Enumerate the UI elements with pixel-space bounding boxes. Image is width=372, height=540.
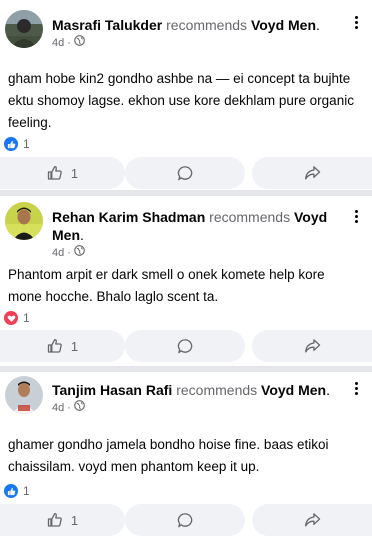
review-header: Rehan Karim Shadman recommends Voyd Men.… (0, 196, 372, 260)
more-options-icon[interactable] (348, 12, 364, 32)
review-card: Masrafi Talukder recommends Voyd Men. 4d… (0, 0, 372, 190)
recommends-label: recommends (209, 209, 291, 225)
like-count: 1 (70, 338, 79, 354)
page-suffix: . (316, 17, 320, 33)
reaction-count: 1 (23, 311, 30, 325)
globe-icon (74, 400, 85, 415)
review-text: ghamer gondho jamela bondho hoise fine. … (8, 437, 329, 474)
more-options-icon[interactable] (348, 378, 364, 398)
separator-dot: · (67, 401, 71, 414)
reaction-summary[interactable]: 1 (4, 311, 30, 325)
like-button[interactable]: 1 (0, 504, 125, 536)
like-icon (47, 165, 63, 181)
author-name[interactable]: Tanjim Hasan Rafi (52, 382, 172, 398)
timestamp[interactable]: 4d (52, 401, 64, 415)
reaction-summary[interactable]: 1 (4, 484, 30, 498)
page-name-link[interactable]: Voyd Men (261, 382, 326, 398)
avatar[interactable] (5, 10, 43, 48)
comment-icon (177, 165, 194, 182)
like-icon (47, 512, 63, 528)
like-reaction-icon (4, 137, 18, 151)
review-header: Tanjim Hasan Rafi recommends Voyd Men. 4… (0, 372, 372, 434)
post-meta: 4d · (52, 245, 338, 260)
love-reaction-icon (4, 311, 18, 325)
like-icon (47, 338, 63, 354)
like-button[interactable]: 1 (0, 330, 125, 362)
share-icon (304, 165, 321, 181)
timestamp[interactable]: 4d (52, 36, 64, 50)
globe-icon (74, 245, 85, 260)
action-bar: 1 (0, 157, 372, 189)
like-count: 1 (70, 512, 79, 528)
action-bar: 1 (0, 330, 372, 362)
avatar[interactable] (5, 202, 43, 240)
like-reaction-icon (4, 484, 18, 498)
review-text: Phantom arpit er dark smell o onek komet… (8, 267, 325, 304)
timestamp[interactable]: 4d (52, 246, 64, 260)
globe-icon (74, 35, 85, 50)
avatar[interactable] (5, 376, 43, 414)
action-bar: 1 (0, 504, 372, 536)
review-card: Rehan Karim Shadman recommends Voyd Men.… (0, 196, 372, 366)
like-button[interactable]: 1 (0, 157, 125, 189)
reaction-summary[interactable]: 1 (4, 137, 30, 151)
review-header: Masrafi Talukder recommends Voyd Men. 4d… (0, 0, 372, 62)
page-suffix: . (326, 382, 330, 398)
comment-button[interactable] (125, 157, 245, 189)
like-count: 1 (70, 165, 79, 181)
review-author-line: Rehan Karim Shadman recommends Voyd Men.… (52, 208, 338, 260)
comment-icon (177, 338, 194, 355)
share-button[interactable] (252, 330, 372, 362)
review-author-line: Tanjim Hasan Rafi recommends Voyd Men. 4… (52, 381, 338, 415)
share-button[interactable] (252, 504, 372, 536)
recommends-label: recommends (166, 17, 248, 33)
author-name[interactable]: Rehan Karim Shadman (52, 209, 205, 225)
post-meta: 4d · (52, 35, 338, 50)
review-text: gham hobe kin2 gondho ashbe na — ei conc… (8, 71, 354, 130)
share-icon (304, 338, 321, 354)
comment-icon (177, 512, 194, 529)
post-meta: 4d · (52, 400, 338, 415)
recommends-label: recommends (176, 382, 258, 398)
separator-dot: · (67, 246, 71, 259)
page-name-link[interactable]: Voyd Men (251, 17, 316, 33)
reaction-count: 1 (23, 484, 30, 498)
separator-dot: · (67, 36, 71, 49)
comment-button[interactable] (125, 330, 245, 362)
share-button[interactable] (252, 157, 372, 189)
share-icon (304, 512, 321, 528)
review-card: Tanjim Hasan Rafi recommends Voyd Men. 4… (0, 372, 372, 540)
comment-button[interactable] (125, 504, 245, 536)
review-author-line: Masrafi Talukder recommends Voyd Men. 4d… (52, 16, 338, 50)
reviews-feed: Masrafi Talukder recommends Voyd Men. 4d… (0, 0, 372, 540)
more-options-icon[interactable] (348, 206, 364, 226)
author-name[interactable]: Masrafi Talukder (52, 17, 162, 33)
page-suffix: . (80, 227, 84, 243)
reaction-count: 1 (23, 137, 30, 151)
